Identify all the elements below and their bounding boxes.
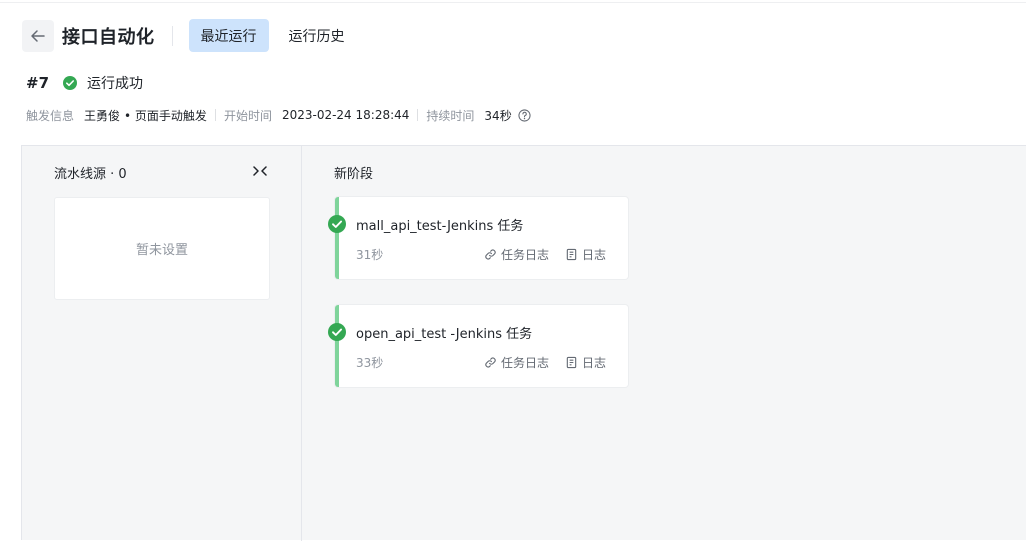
task-log-link[interactable]: 任务日志 [484,246,549,263]
document-icon [566,356,577,369]
tab-run-history[interactable]: 运行历史 [277,19,357,52]
collapse-button[interactable] [250,162,270,180]
run-status-row: #7 运行成功 [26,73,143,93]
trigger-type: • 页面手动触发 [124,108,207,123]
log-label: 日志 [582,356,607,370]
column-divider [301,146,302,541]
trigger-label: 触发信息 [26,108,75,123]
question-circle-icon[interactable] [518,108,531,122]
success-check-icon [328,215,346,233]
meta-divider [214,109,216,121]
meta-divider [417,109,419,121]
page-title: 接口自动化 [62,26,155,48]
start-time-label: 开始时间 [223,108,272,123]
link-icon [485,249,496,260]
success-check-icon [328,323,346,341]
page-header: 接口自动化 最近运行 运行历史 [22,19,357,52]
job-status-bar [335,197,339,279]
top-border [0,0,1026,3]
stage-title: 新阶段 [334,167,374,182]
header-divider [171,25,173,46]
job-name: open_api_test -Jenkins 任务 [356,327,533,342]
duration-label: 持续时间 [426,108,475,123]
duration-value: 34秒 [484,108,512,123]
job-name: mall_api_test-Jenkins 任务 [356,219,524,234]
success-check-icon [63,76,78,90]
job-card[interactable]: mall_api_test-Jenkins 任务 31秒 任务日志 日志 [328,197,628,279]
pipeline-canvas: 流水线源 · 0 暂未设置 新阶段 mall_api_test-Jenkins … [21,145,1026,541]
job-duration: 31秒 [356,248,384,262]
collapse-icon [253,166,267,176]
task-log-link[interactable]: 任务日志 [484,354,549,371]
link-icon [485,357,496,368]
back-button[interactable] [22,19,54,52]
task-log-label: 任务日志 [501,356,550,370]
pipeline-source-title: 流水线源 · 0 [54,167,127,182]
run-meta-row: 触发信息 王勇俊 • 页面手动触发 开始时间 2023-02-24 18:28:… [26,106,531,124]
tab-recent-runs[interactable]: 最近运行 [188,19,269,52]
run-number: #7 [26,74,50,92]
log-link[interactable]: 日志 [565,246,606,263]
job-duration: 33秒 [356,356,384,370]
trigger-user: 王勇俊 [84,108,121,123]
run-status-text: 运行成功 [87,76,144,92]
job-status-bar [335,305,339,387]
pipeline-source-empty[interactable]: 暂未设置 [54,197,270,300]
arrow-left-icon [31,29,45,42]
log-label: 日志 [582,248,607,262]
log-link[interactable]: 日志 [565,354,606,371]
task-log-label: 任务日志 [501,248,550,262]
start-time-value: 2023-02-24 18:28:44 [281,108,410,122]
document-icon [566,248,577,261]
job-card[interactable]: open_api_test -Jenkins 任务 33秒 任务日志 日志 [328,305,628,387]
